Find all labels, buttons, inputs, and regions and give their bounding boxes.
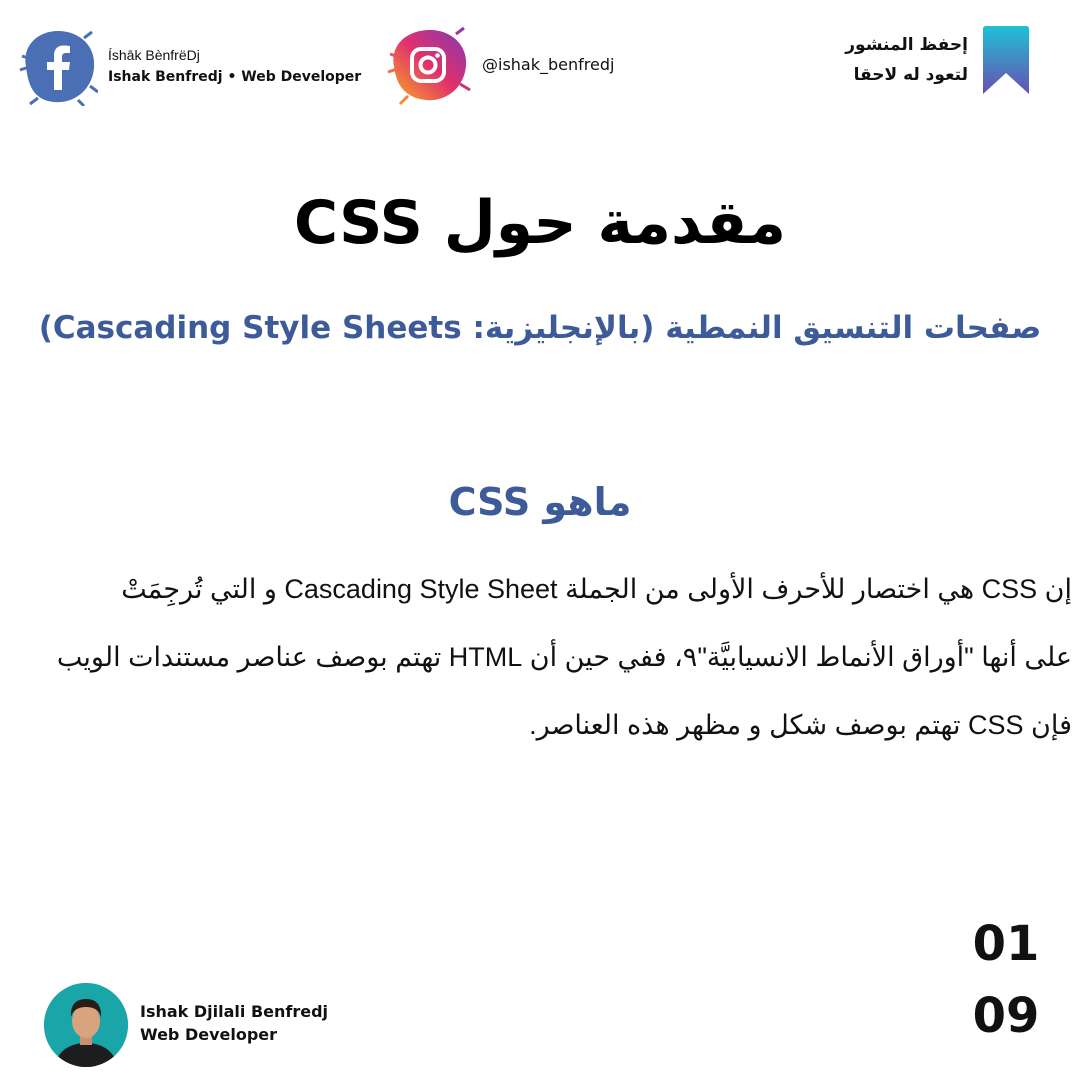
author-name: Ishak Djilali Benfredj bbox=[140, 1002, 329, 1021]
page-number-total: 09 bbox=[972, 988, 1040, 1044]
paragraph-line-3: فإن CSS تهتم بوصف شكل و مظهر هذه العناصر… bbox=[529, 710, 1072, 740]
page-number-current: 01 bbox=[972, 916, 1040, 972]
bookmark-icon[interactable] bbox=[980, 25, 1032, 97]
definition-paragraph: إن CSS هي اختصار للأحرف الأولى من الجملة… bbox=[8, 555, 1072, 759]
page-subtitle: صفحات التنسيق النمطية (بالإنجليزية: Casc… bbox=[38, 310, 1042, 346]
facebook-badge[interactable] bbox=[18, 26, 99, 108]
facebook-role: Ishak Benfredj • Web Developer bbox=[108, 69, 362, 85]
instagram-badge[interactable] bbox=[384, 24, 472, 106]
facebook-icon bbox=[19, 30, 99, 108]
paragraph-line-1: إن CSS هي اختصار للأحرف الأولى من الجملة… bbox=[121, 574, 1072, 604]
save-post-line-1: إحفظ المنشور bbox=[845, 35, 968, 55]
instagram-icon bbox=[387, 26, 471, 106]
author-role: Web Developer bbox=[140, 1025, 278, 1044]
save-post-line-2: لتعود له لاحقا bbox=[853, 65, 968, 85]
page-title: مقدمة حول CSS bbox=[293, 188, 787, 258]
paragraph-line-2: على أنها "أوراق الأنماط الانسيابيَّة"٩، … bbox=[56, 642, 1072, 672]
save-post-text: إحفظ المنشور لتعود له لاحقا bbox=[708, 30, 968, 90]
section-heading: ماهو CSS bbox=[448, 480, 632, 524]
avatar bbox=[44, 983, 128, 1067]
instagram-handle[interactable]: @ishak_benfredj bbox=[482, 55, 614, 74]
facebook-name: Íshāk BènfrëDj bbox=[108, 47, 200, 63]
